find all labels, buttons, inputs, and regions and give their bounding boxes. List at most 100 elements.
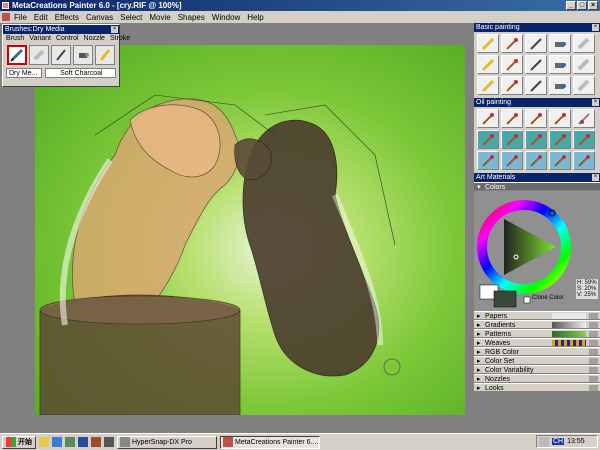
colors-section-header[interactable]: ▾ Colors bbox=[474, 182, 600, 191]
section-menu-button[interactable] bbox=[589, 340, 598, 346]
section-patterns[interactable]: ▸ Patterns bbox=[474, 329, 600, 338]
menu-effects[interactable]: Effects bbox=[55, 13, 79, 22]
brush-icon[interactable] bbox=[525, 109, 547, 128]
maximize-button[interactable]: □ bbox=[577, 1, 587, 10]
speaker-icon[interactable] bbox=[539, 436, 549, 447]
menu-shapes[interactable]: Shapes bbox=[178, 13, 205, 22]
camera-icon[interactable] bbox=[104, 437, 114, 447]
brush-icon[interactable] bbox=[477, 130, 499, 149]
section-gradients[interactable]: ▸ Gradients bbox=[474, 320, 600, 329]
menu-movie[interactable]: Movie bbox=[149, 13, 170, 22]
brush-icon[interactable] bbox=[477, 109, 499, 128]
menu-edit[interactable]: Edit bbox=[34, 13, 48, 22]
section-papers[interactable]: ▸ Papers bbox=[474, 311, 600, 320]
brush-icon[interactable] bbox=[477, 151, 499, 170]
section-color-set[interactable]: ▸ Color Set bbox=[474, 356, 600, 365]
minimize-button[interactable]: _ bbox=[566, 1, 576, 10]
word-icon[interactable] bbox=[78, 437, 88, 447]
section-menu-button[interactable] bbox=[589, 313, 598, 319]
brush-icon[interactable] bbox=[501, 55, 523, 74]
pen-icon[interactable] bbox=[525, 76, 547, 95]
menu-nozzle[interactable]: Nozzle bbox=[84, 35, 105, 42]
input-language[interactable]: CH bbox=[552, 438, 565, 445]
section-preview bbox=[552, 340, 586, 346]
menu-stroke[interactable]: Stroke bbox=[110, 35, 130, 42]
browser-icon[interactable] bbox=[52, 437, 62, 447]
brushes-menu-row: Brush Variant Control Nozzle Stroke bbox=[3, 34, 130, 43]
mail-icon[interactable] bbox=[65, 437, 75, 447]
app-icon[interactable] bbox=[91, 437, 101, 447]
section-looks[interactable]: ▸ Looks bbox=[474, 383, 600, 392]
task-painter[interactable]: MetaCreations Painter 6.... bbox=[220, 435, 320, 449]
task-hypersnap[interactable]: HyperSnap-DX Pro bbox=[117, 435, 217, 449]
menu-variant[interactable]: Variant bbox=[29, 35, 51, 42]
section-menu-button[interactable] bbox=[589, 358, 598, 364]
knife-icon[interactable] bbox=[573, 109, 595, 128]
brush-icon[interactable] bbox=[501, 109, 523, 128]
start-button[interactable]: 开始 bbox=[2, 435, 36, 449]
folder-icon[interactable] bbox=[39, 437, 49, 447]
color-picker[interactable]: Clone Color H: 59% S: 20% V: 25% bbox=[474, 191, 600, 311]
section-menu-button[interactable] bbox=[589, 322, 598, 328]
airbrush-icon[interactable] bbox=[549, 34, 571, 53]
pencil-icon[interactable] bbox=[7, 45, 27, 65]
section-menu-button[interactable] bbox=[589, 331, 598, 337]
close-icon[interactable]: × bbox=[592, 174, 599, 181]
menu-canvas[interactable]: Canvas bbox=[86, 13, 113, 22]
marker-icon[interactable] bbox=[95, 45, 115, 65]
brush-icon[interactable] bbox=[525, 151, 547, 170]
menu-select[interactable]: Select bbox=[120, 13, 142, 22]
section-weaves[interactable]: ▸ Weaves bbox=[474, 338, 600, 347]
brush-icon[interactable] bbox=[549, 130, 571, 149]
airbrush-icon[interactable] bbox=[73, 45, 93, 65]
menu-file[interactable]: File bbox=[14, 13, 27, 22]
pen-icon[interactable] bbox=[525, 55, 547, 74]
brush-icon[interactable] bbox=[501, 76, 523, 95]
section-rgb-color[interactable]: ▸ RGB Color bbox=[474, 347, 600, 356]
brush-variant-select[interactable]: Soft Charcoal bbox=[44, 68, 116, 78]
brush-selectors: Dry Me... Soft Charcoal bbox=[3, 67, 119, 79]
section-color-variability[interactable]: ▸ Color Variability bbox=[474, 365, 600, 374]
pencil-icon[interactable] bbox=[477, 76, 499, 95]
document-icon[interactable] bbox=[2, 13, 10, 21]
pen-icon[interactable] bbox=[51, 45, 71, 65]
close-icon[interactable]: × bbox=[592, 24, 599, 31]
brush-icon[interactable] bbox=[549, 151, 571, 170]
section-label: Patterns bbox=[485, 331, 512, 338]
pencil-icon[interactable] bbox=[477, 34, 499, 53]
eraser-icon[interactable] bbox=[29, 45, 49, 65]
pen-icon[interactable] bbox=[525, 34, 547, 53]
menu-window[interactable]: Window bbox=[212, 13, 240, 22]
airbrush-icon[interactable] bbox=[549, 76, 571, 95]
section-menu-button[interactable] bbox=[589, 367, 598, 373]
pencil-icon[interactable] bbox=[477, 55, 499, 74]
eraser-icon[interactable] bbox=[573, 55, 595, 74]
brush-icon[interactable] bbox=[573, 130, 595, 149]
clone-color-label[interactable]: Clone Color bbox=[532, 295, 564, 301]
brush-cursor bbox=[383, 358, 401, 376]
brush-icon[interactable] bbox=[525, 130, 547, 149]
brush-category-select[interactable]: Dry Me... bbox=[6, 68, 42, 78]
oil-painting-title: Oil painting × bbox=[474, 98, 600, 107]
brush-icon[interactable] bbox=[549, 109, 571, 128]
brush-icon[interactable] bbox=[501, 151, 523, 170]
brush-icon[interactable] bbox=[573, 151, 595, 170]
brush-icon[interactable] bbox=[501, 34, 523, 53]
menu-brush[interactable]: Brush bbox=[6, 35, 24, 42]
menu-help[interactable]: Help bbox=[247, 13, 263, 22]
eraser-icon[interactable] bbox=[573, 34, 595, 53]
section-nozzles[interactable]: ▸ Nozzles bbox=[474, 374, 600, 383]
close-button[interactable]: × bbox=[588, 1, 598, 10]
menu-control[interactable]: Control bbox=[56, 35, 79, 42]
close-icon[interactable]: × bbox=[111, 26, 118, 33]
brush-icon[interactable] bbox=[501, 130, 523, 149]
close-icon[interactable]: × bbox=[592, 99, 599, 106]
section-menu-button[interactable] bbox=[589, 376, 598, 382]
eraser-icon[interactable] bbox=[573, 76, 595, 95]
section-menu-button[interactable] bbox=[589, 385, 598, 391]
brush-icon-row bbox=[3, 43, 119, 67]
clock: 13:55 bbox=[567, 438, 585, 445]
airbrush-icon[interactable] bbox=[549, 55, 571, 74]
painting-canvas[interactable] bbox=[35, 45, 465, 415]
section-menu-button[interactable] bbox=[589, 349, 598, 355]
